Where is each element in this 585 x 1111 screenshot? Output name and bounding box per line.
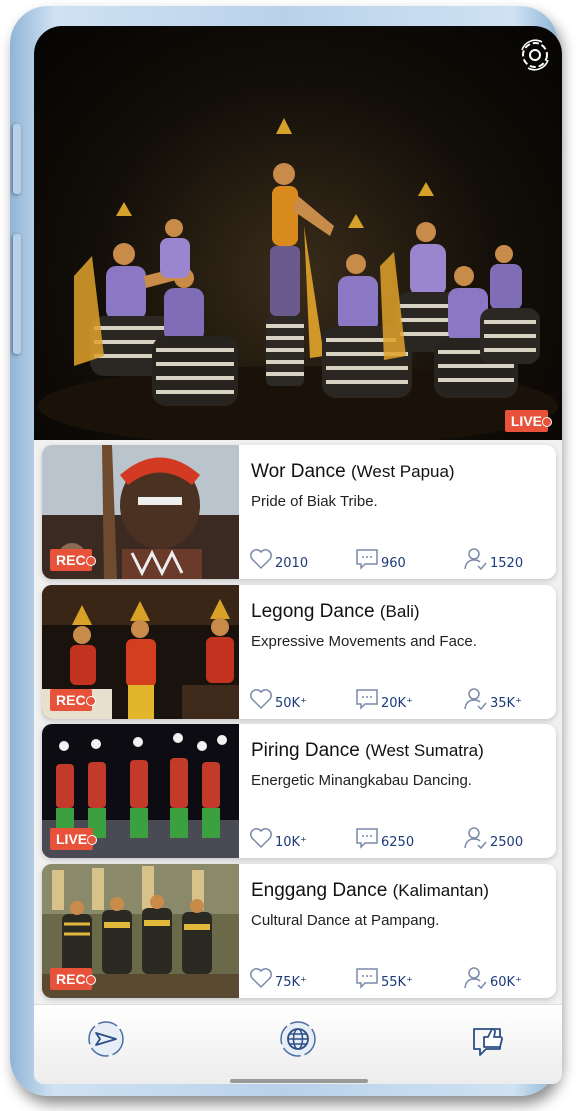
viewers-count: 1520 xyxy=(490,556,524,571)
comments-stat[interactable]: 20K⁺ xyxy=(355,685,413,711)
viewers-count: 60K⁺ xyxy=(490,975,522,990)
live-stream-video[interactable]: LIVE xyxy=(34,26,562,440)
viewers-stat[interactable]: 1520 xyxy=(464,545,523,571)
comments-stat[interactable]: 55K⁺ xyxy=(355,964,413,990)
dance-name: Legong Dance xyxy=(251,601,375,622)
dance-name: Enggang Dance xyxy=(251,880,388,901)
dance-name: Wor Dance xyxy=(251,461,346,482)
comments-count: 6250 xyxy=(381,835,415,850)
thumbs-up-icon[interactable] xyxy=(470,1019,510,1059)
dance-card-piring[interactable]: LIVE Piring Dance (West Sumatra) Energet… xyxy=(42,724,556,858)
viewers-count: 35K⁺ xyxy=(490,696,522,711)
dance-card-legong[interactable]: REC Legong Dance (Bali) Expressive Movem… xyxy=(42,585,556,719)
recording-badge: REC xyxy=(50,968,96,990)
card-subtitle: Cultural Dance at Pampang. xyxy=(251,912,440,929)
card-title: Wor Dance (West Papua) xyxy=(251,461,455,483)
dance-thumbnail[interactable]: LIVE xyxy=(42,724,239,858)
volume-down-button xyxy=(13,234,21,354)
settings-refresh-icon[interactable] xyxy=(518,38,552,72)
comments-count: 55K⁺ xyxy=(381,975,413,990)
likes-stat[interactable]: 50K⁺ xyxy=(249,685,307,711)
bottom-navbar xyxy=(34,1004,562,1084)
phone-frame: LIVE REC Wor Dance (West Papua) Pride of… xyxy=(10,6,562,1096)
dance-thumbnail[interactable]: REC xyxy=(42,585,239,719)
dance-card-wor[interactable]: REC Wor Dance (West Papua) Pride of Biak… xyxy=(42,445,556,579)
dance-region: (West Sumatra) xyxy=(365,741,484,760)
comment-icon xyxy=(356,549,378,570)
viewers-stat[interactable]: 2500 xyxy=(464,824,523,850)
likes-count: 50K⁺ xyxy=(275,696,307,711)
user-check-icon xyxy=(464,688,487,711)
dance-region: (West Papua) xyxy=(350,462,455,481)
viewers-stat[interactable]: 35K⁺ xyxy=(464,685,522,711)
comments-stat[interactable]: 960 xyxy=(355,545,406,571)
live-badge: LIVE xyxy=(50,828,98,850)
live-status-badge: LIVE xyxy=(504,410,553,432)
viewers-count: 2500 xyxy=(490,835,524,850)
dance-region: (Bali) xyxy=(379,602,420,621)
heart-icon xyxy=(250,828,272,849)
home-indicator[interactable] xyxy=(230,1079,368,1083)
user-check-icon xyxy=(464,548,487,571)
recording-badge: REC xyxy=(50,689,96,711)
comment-icon xyxy=(356,968,378,989)
dance-name: Piring Dance xyxy=(251,740,360,761)
likes-count: 75K⁺ xyxy=(275,975,307,990)
heart-icon xyxy=(250,549,272,570)
card-subtitle: Expressive Movements and Face. xyxy=(251,633,477,650)
card-title: Piring Dance (West Sumatra) xyxy=(251,740,484,762)
card-subtitle: Pride of Biak Tribe. xyxy=(251,493,378,510)
card-title: Enggang Dance (Kalimantan) xyxy=(251,880,489,902)
likes-count: 10K⁺ xyxy=(275,835,307,850)
heart-icon xyxy=(250,689,272,710)
globe-icon[interactable] xyxy=(278,1019,318,1059)
recording-badge: REC xyxy=(50,549,96,571)
comments-count: 20K⁺ xyxy=(381,696,413,711)
viewers-stat[interactable]: 60K⁺ xyxy=(464,964,522,990)
send-icon[interactable] xyxy=(86,1019,126,1059)
user-check-icon xyxy=(464,827,487,850)
dance-card-enggang[interactable]: REC Enggang Dance (Kalimantan) Cultural … xyxy=(42,864,556,998)
comments-stat[interactable]: 6250 xyxy=(355,824,414,850)
likes-stat[interactable]: 75K⁺ xyxy=(249,964,307,990)
comment-icon xyxy=(356,828,378,849)
dance-thumbnail[interactable]: REC xyxy=(42,445,239,579)
volume-up-button xyxy=(13,124,21,194)
dancers-illustration xyxy=(38,118,558,440)
likes-count: 2010 xyxy=(275,556,309,571)
heart-icon xyxy=(250,968,272,989)
dance-region: (Kalimantan) xyxy=(392,881,489,900)
dance-thumbnail[interactable]: REC xyxy=(42,864,239,998)
comment-icon xyxy=(356,689,378,710)
card-subtitle: Energetic Minangkabau Dancing. xyxy=(251,772,472,789)
user-check-icon xyxy=(464,967,487,990)
likes-stat[interactable]: 2010 xyxy=(249,545,308,571)
comments-count: 960 xyxy=(381,556,406,571)
app-screen: LIVE REC Wor Dance (West Papua) Pride of… xyxy=(34,26,562,1084)
card-title: Legong Dance (Bali) xyxy=(251,601,420,623)
likes-stat[interactable]: 10K⁺ xyxy=(249,824,307,850)
